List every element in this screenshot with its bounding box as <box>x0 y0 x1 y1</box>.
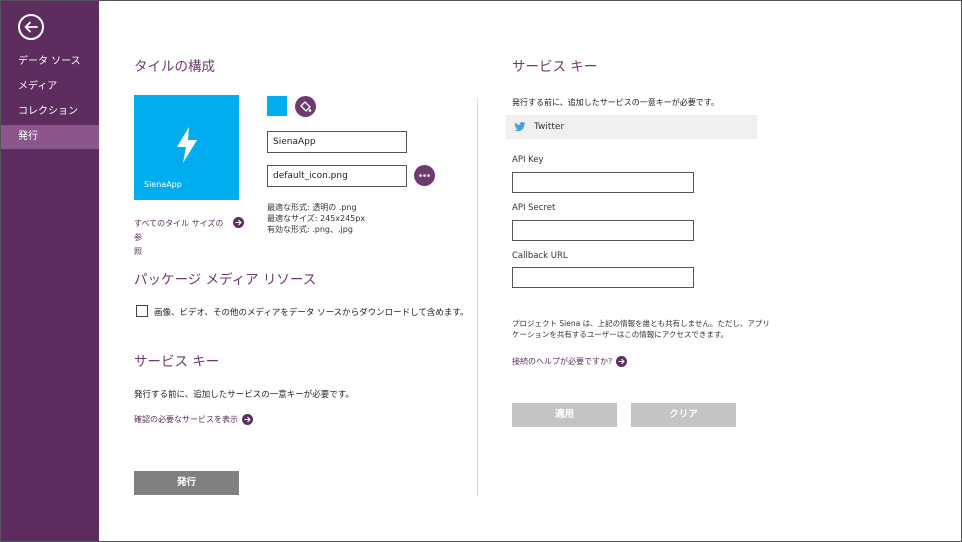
column-divider <box>477 98 478 496</box>
privacy-notice-line2: ケーションを共有するユーザーはこの情報にアクセスできます。 <box>512 330 729 339</box>
app-name-input[interactable]: SienaApp <box>267 131 407 153</box>
callback-url-input[interactable] <box>512 267 694 288</box>
lightning-icon <box>177 127 197 163</box>
package-media-heading: パッケージ メディア リソース <box>134 272 317 288</box>
service-keys-description-left: 発行する前に、追加したサービスの一意キーが必要です。 <box>134 390 354 400</box>
format-hint-3: 有効な形式: .png、.jpg <box>267 225 353 234</box>
ellipsis-icon <box>419 174 430 177</box>
privacy-notice-line1: プロジェクト Siena は、上記の情報を誰とも共有しません。ただし、アプリ <box>512 319 770 328</box>
see-all-tile-sizes-link[interactable]: すべてのタイル サイズの参照 <box>134 217 244 259</box>
show-services-link[interactable]: 確認の必要なサービスを表示 <box>134 414 253 425</box>
browse-button[interactable] <box>414 165 435 186</box>
api-key-input[interactable] <box>512 172 694 193</box>
api-key-label: API Key <box>512 155 544 165</box>
show-services-link-label: 確認の必要なサービスを表示 <box>134 415 238 424</box>
service-item-twitter-label: Twitter <box>534 122 565 132</box>
twitter-bird-icon <box>514 122 526 132</box>
arrow-right-icon <box>233 217 244 228</box>
clear-button[interactable]: クリア <box>631 403 736 427</box>
arrow-right-icon <box>242 414 253 425</box>
tile-preview-label: SienaApp <box>144 180 182 189</box>
service-keys-description-right: 発行する前に、追加したサービスの一意キーが必要です。 <box>512 98 719 107</box>
include-media-label: 画像、ビデオ、その他のメディアをデータ ソースからダウンロードして含めます。 <box>154 308 469 318</box>
api-secret-label: API Secret <box>512 203 556 213</box>
service-keys-heading-right: サービス キー <box>512 59 598 75</box>
sidebar-item-data-source[interactable]: データ ソース <box>1 50 99 74</box>
see-all-tile-sizes-line2: 照 <box>134 247 142 256</box>
tile-preview: SienaApp <box>134 95 239 200</box>
format-hint-1: 最適な形式: 透明の .png <box>267 203 357 212</box>
back-arrow-icon[interactable] <box>18 14 44 40</box>
api-secret-input[interactable] <box>512 220 694 241</box>
paint-bucket-icon <box>300 101 312 112</box>
sidebar-item-collection[interactable]: コレクション <box>1 100 99 124</box>
arrow-right-icon <box>616 356 628 367</box>
sidebar-item-media[interactable]: メディア <box>1 75 99 99</box>
include-media-checkbox[interactable] <box>136 305 148 317</box>
main-panel: タイルの構成 SienaApp SienaApp default_icon.pn… <box>100 1 961 541</box>
see-all-tile-sizes-line1: すべてのタイル サイズの参 <box>134 219 224 242</box>
connection-help-link-label: 接続のヘルプが必要ですか? <box>512 357 613 366</box>
service-item-twitter[interactable]: Twitter <box>506 115 757 139</box>
sidebar-item-publish[interactable]: 発行 <box>1 125 99 149</box>
sidebar: データ ソース メディア コレクション 発行 <box>1 1 99 541</box>
icon-file-input[interactable]: default_icon.png <box>267 165 407 187</box>
tile-config-heading: タイルの構成 <box>134 59 215 75</box>
publish-button[interactable]: 発行 <box>134 471 239 495</box>
tile-color-swatch[interactable] <box>267 96 287 116</box>
apply-button[interactable]: 適用 <box>512 403 617 427</box>
format-hint-2: 最適なサイズ: 245x245px <box>267 214 366 223</box>
service-keys-heading-left: サービス キー <box>134 354 220 370</box>
connection-help-link[interactable]: 接続のヘルプが必要ですか? <box>512 356 628 367</box>
callback-url-label: Callback URL <box>512 251 568 261</box>
color-picker-button[interactable] <box>295 96 316 117</box>
